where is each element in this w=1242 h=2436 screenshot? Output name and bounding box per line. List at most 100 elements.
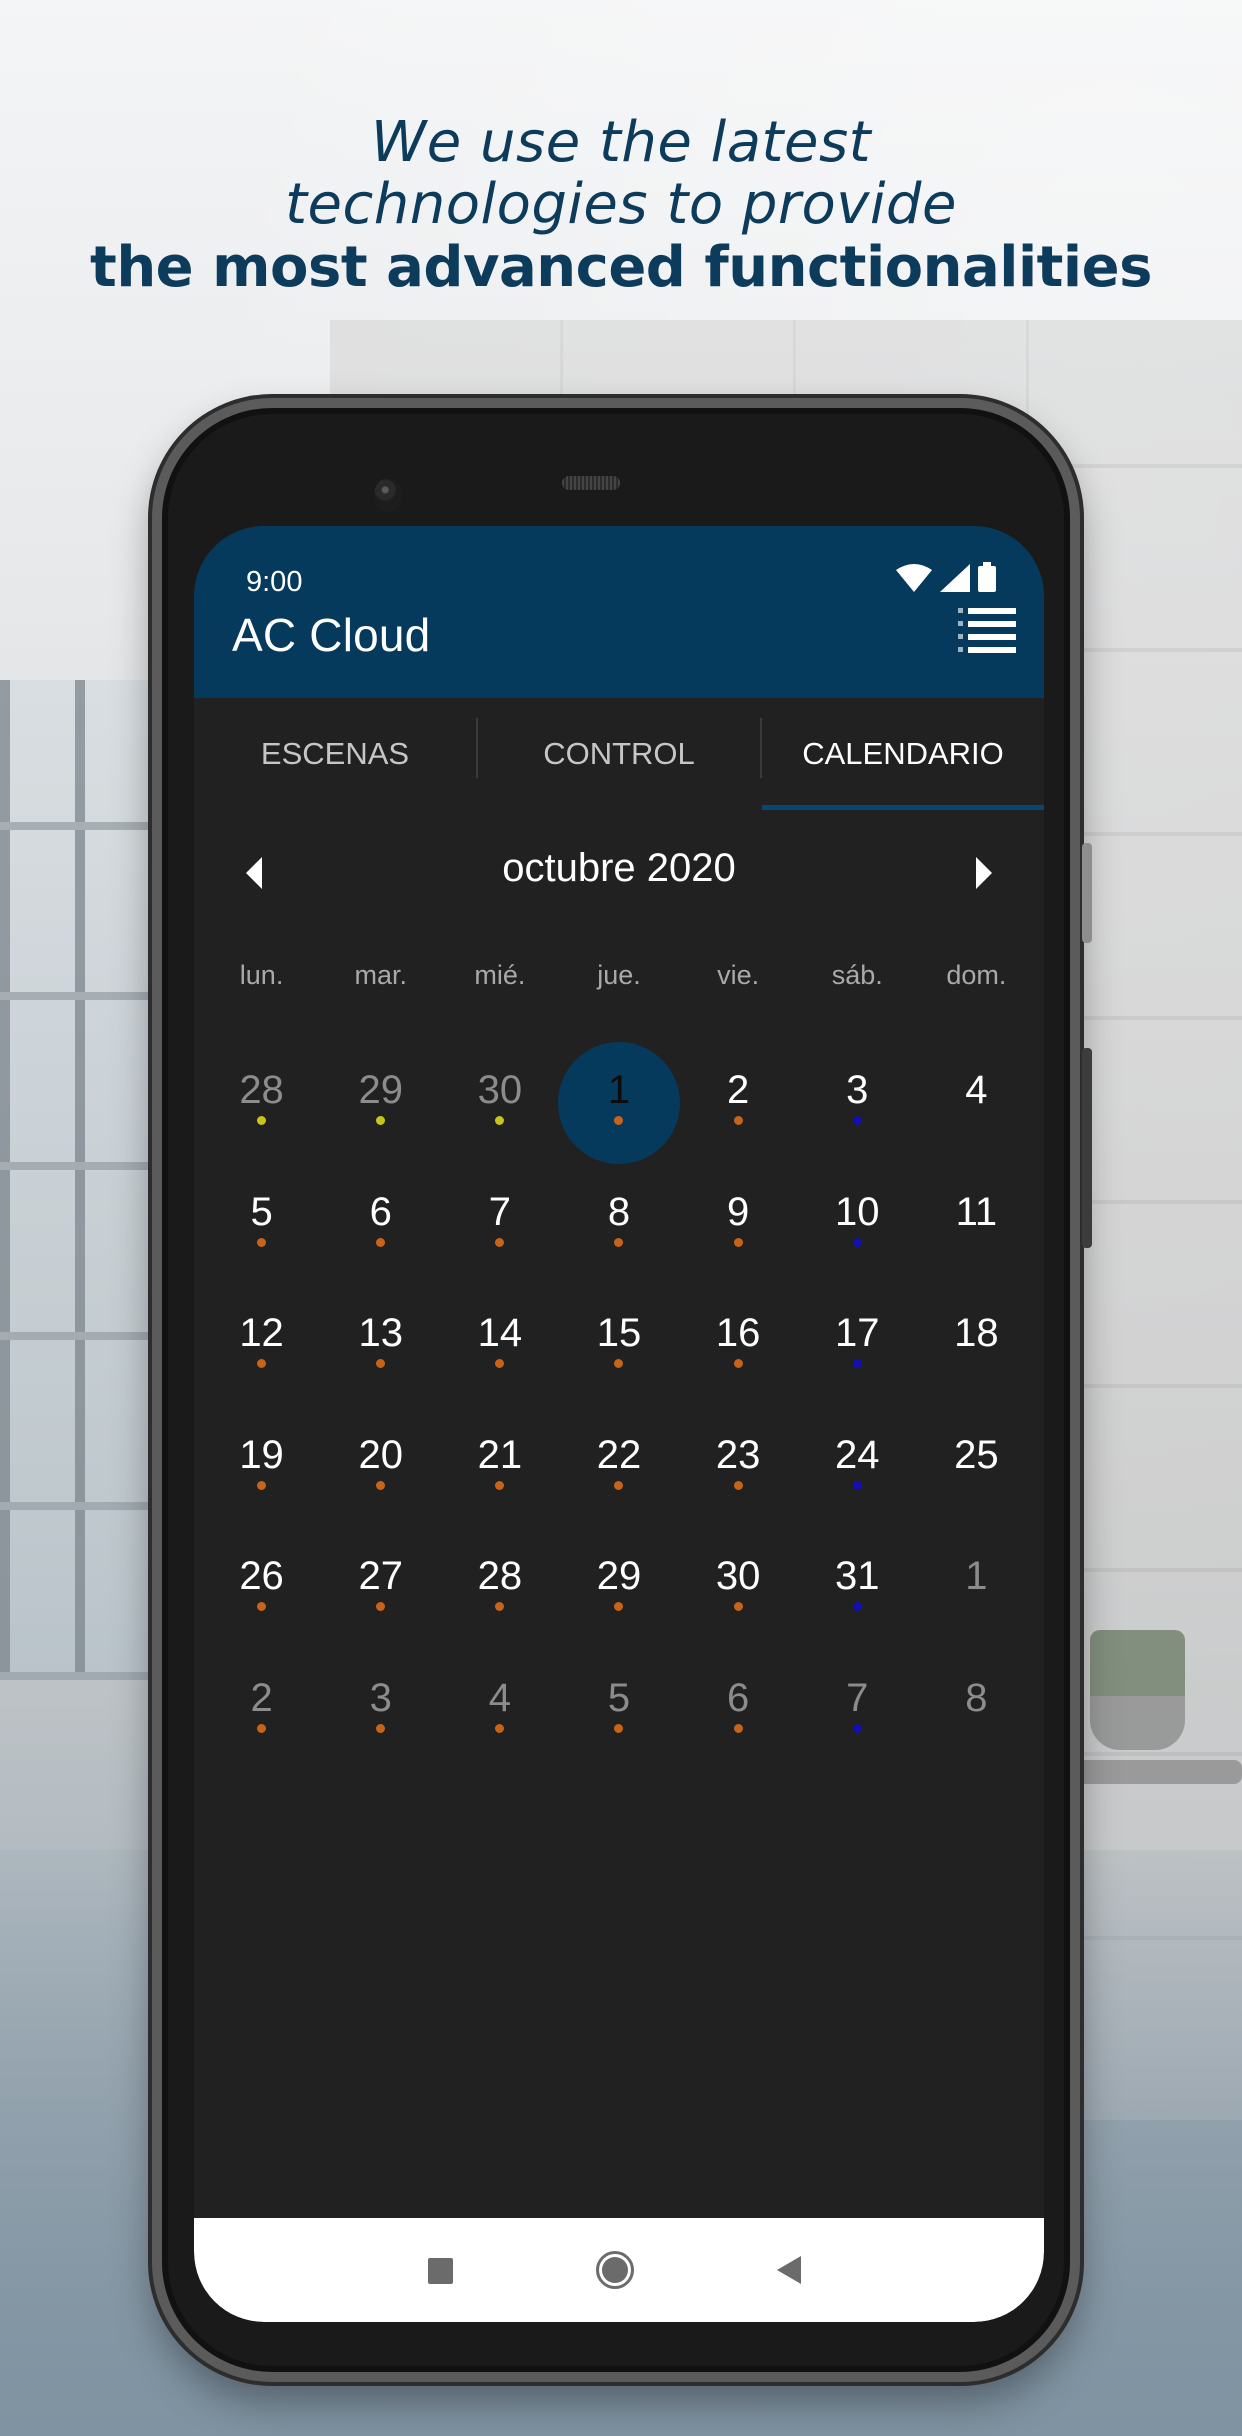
event-indicator-dot: [614, 1237, 624, 1247]
calendar-day[interactable]: 18: [917, 1279, 1036, 1401]
calendar-day[interactable]: 6: [679, 1644, 798, 1766]
calendar-grid: 28 29 30 1 2 3 4 5 6 7 8 9 10 11 12 13 14 15 16 17 18 19 20 21 2…: [194, 1036, 1044, 1765]
day-number: 30: [715, 1554, 761, 1598]
calendar-day[interactable]: 27: [321, 1522, 440, 1644]
calendar-day[interactable]: 22: [559, 1401, 678, 1523]
calendar-day[interactable]: 9: [679, 1158, 798, 1280]
calendar-week-row: 19 20 21 22 23 24 25: [202, 1401, 1036, 1523]
headline-line-1: We use the latest: [370, 110, 872, 175]
day-number: 7: [488, 1189, 511, 1234]
event-indicator-dot: [614, 1723, 624, 1733]
calendar-day[interactable]: 20: [321, 1401, 440, 1523]
calendar-day[interactable]: 19: [202, 1401, 321, 1523]
event-indicator-dot: [733, 1237, 743, 1247]
calendar-day[interactable]: 6: [321, 1158, 440, 1280]
day-number: 15: [596, 1311, 642, 1355]
day-number: 24: [835, 1432, 880, 1477]
calendar-day-selected[interactable]: 1: [557, 1036, 681, 1164]
calendar-day[interactable]: 16: [679, 1279, 798, 1401]
event-indicator-dot: [733, 1359, 743, 1368]
calendar-day[interactable]: 12: [202, 1279, 321, 1401]
event-indicator-dot: [495, 1723, 505, 1733]
event-indicator-dot: [614, 1359, 624, 1368]
calendar-day[interactable]: 30: [440, 1036, 559, 1158]
tab-escenas[interactable]: ESCENAS: [194, 698, 476, 810]
calendar-day[interactable]: 29: [321, 1036, 440, 1158]
calendar-day[interactable]: 29: [559, 1522, 678, 1644]
day-number: 27: [358, 1554, 403, 1598]
event-indicator-dot: [376, 1237, 386, 1247]
day-number: 8: [965, 1675, 988, 1720]
event-indicator-dot: [614, 1480, 624, 1490]
calendar-day[interactable]: 24: [798, 1401, 917, 1523]
calendar-day[interactable]: 28: [440, 1522, 559, 1644]
home-icon[interactable]: [596, 2251, 634, 2289]
day-number: 7: [846, 1675, 869, 1720]
day-number: 3: [369, 1675, 392, 1720]
month-label: octubre 2020: [502, 846, 736, 890]
phone-frame: 9:00 AC Cloud ESCENAS CONTROL CALENDARIO…: [152, 398, 1092, 2382]
calendar-day[interactable]: 26: [202, 1522, 321, 1644]
day-number: 6: [727, 1675, 750, 1720]
calendar-day[interactable]: 11: [917, 1158, 1036, 1280]
day-number: 4: [965, 1068, 988, 1112]
day-number: 22: [596, 1432, 642, 1477]
list-icon[interactable]: [958, 606, 1018, 654]
event-indicator-dot: [852, 1359, 862, 1368]
calendar-day[interactable]: 4: [917, 1036, 1036, 1158]
triangle-right-icon[interactable]: [962, 853, 1002, 893]
tab-calendario[interactable]: CALENDARIO: [762, 698, 1044, 810]
calendar-day[interactable]: 28: [202, 1036, 321, 1158]
calendar-day[interactable]: 13: [321, 1279, 440, 1401]
power-button: [1082, 1048, 1092, 1248]
calendar-day[interactable]: 8: [917, 1644, 1036, 1766]
day-number: 9: [727, 1189, 750, 1234]
calendar-day[interactable]: 3: [798, 1036, 917, 1158]
calendar-day[interactable]: 23: [679, 1401, 798, 1523]
calendar-day[interactable]: 8: [559, 1158, 678, 1280]
recents-icon[interactable]: [428, 2258, 453, 2284]
event-indicator-dot: [972, 1238, 981, 1247]
calendar-day[interactable]: 7: [440, 1158, 559, 1280]
calendar-day[interactable]: 10: [798, 1158, 917, 1280]
calendar-day[interactable]: 4: [440, 1644, 559, 1766]
calendar-day[interactable]: 31: [798, 1522, 917, 1644]
tab-control[interactable]: CONTROL: [478, 698, 760, 810]
phone-screen: 9:00 AC Cloud ESCENAS CONTROL CALENDARIO…: [194, 526, 1044, 2322]
calendar-day[interactable]: 14: [440, 1279, 559, 1401]
day-number: 28: [477, 1554, 523, 1598]
event-indicator-dot: [733, 1602, 743, 1611]
day-number: 3: [846, 1068, 869, 1112]
calendar-day[interactable]: 25: [917, 1401, 1036, 1523]
event-indicator-dot: [972, 1602, 981, 1611]
calendar-day[interactable]: 30: [679, 1522, 798, 1644]
weekday-label: mar.: [354, 960, 407, 990]
calendar-day[interactable]: 3: [321, 1644, 440, 1766]
calendar-day[interactable]: 17: [798, 1279, 917, 1401]
day-number: 10: [835, 1189, 880, 1234]
day-number: 29: [358, 1068, 403, 1112]
event-indicator-dot: [852, 1602, 862, 1611]
weekday-label: lun.: [239, 960, 284, 990]
calendar-day[interactable]: 5: [202, 1158, 321, 1280]
calendar-day[interactable]: 1: [917, 1522, 1036, 1644]
day-number: 26: [239, 1554, 284, 1598]
back-icon[interactable]: [777, 2256, 801, 2284]
day-number: 5: [250, 1189, 273, 1234]
calendar-day[interactable]: 2: [202, 1644, 321, 1766]
calendar-day[interactable]: 2: [679, 1036, 798, 1158]
earpiece-speaker: [562, 476, 620, 490]
volume-button: [1082, 843, 1092, 943]
weekday-header: lun. mar. mié. jue. vie. sáb. dom.: [194, 960, 1044, 991]
day-number: 19: [239, 1432, 284, 1477]
event-indicator-dot: [852, 1116, 862, 1125]
event-indicator-dot: [257, 1723, 267, 1733]
calendar-day[interactable]: 15: [559, 1279, 678, 1401]
calendar-day[interactable]: 21: [440, 1401, 559, 1523]
event-indicator-dot: [376, 1602, 386, 1611]
event-indicator-dot: [614, 1602, 624, 1611]
calendar-day[interactable]: 7: [798, 1644, 917, 1766]
day-number: 30: [477, 1068, 523, 1112]
calendar-day[interactable]: 5: [559, 1644, 678, 1766]
headline-line-3: the most advanced functionalities: [90, 235, 1152, 300]
